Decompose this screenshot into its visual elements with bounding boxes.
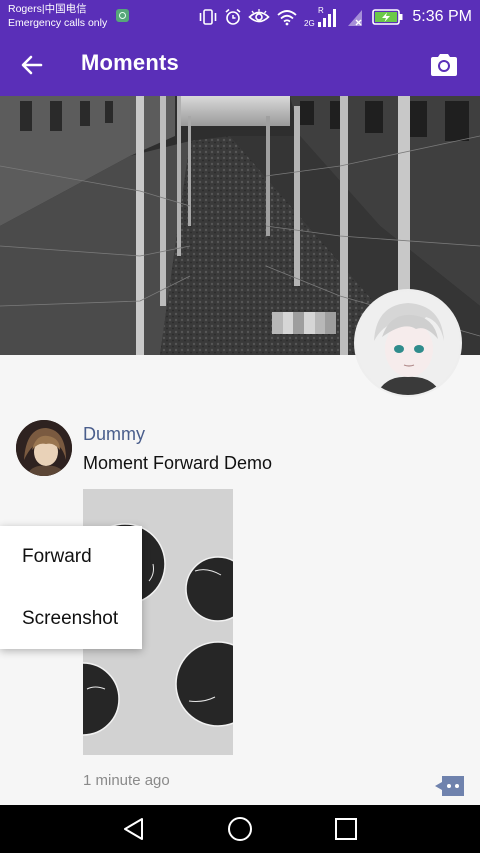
pixelated-username [272, 312, 336, 334]
menu-item-screenshot[interactable]: Screenshot [0, 588, 142, 649]
home-circle-icon [228, 817, 252, 841]
network-type-label: 2G [304, 19, 315, 28]
app-notification-icon [116, 9, 129, 22]
battery-charging-icon [372, 8, 403, 25]
signal-icon: R 2G [304, 6, 337, 28]
page-title: Moments [81, 50, 179, 75]
author-name[interactable]: Dummy [83, 424, 145, 445]
recents-square-icon [335, 818, 357, 840]
author-avatar-image [16, 420, 72, 476]
wifi-icon [277, 9, 298, 25]
arrow-left-icon [21, 55, 43, 75]
system-nav-bar [0, 805, 480, 853]
nav-recents-button[interactable] [326, 813, 366, 845]
status-bar: Rogers|中国电信 Emergency calls only R 2G 5:… [0, 0, 480, 33]
carrier-name: Rogers|中国电信 [8, 3, 87, 15]
eye-icon [248, 8, 271, 22]
emergency-calls-text: Emergency calls only [8, 17, 108, 29]
author-avatar[interactable] [16, 420, 72, 476]
profile-avatar-image [356, 291, 460, 395]
back-triangle-icon [124, 818, 143, 840]
menu-item-forward[interactable]: Forward [0, 526, 142, 587]
camera-icon [431, 54, 457, 76]
comment-button[interactable] [434, 774, 466, 798]
vibrate-icon [200, 8, 217, 25]
no-signal-icon [348, 9, 363, 26]
alarm-icon [225, 8, 241, 25]
post-timestamp: 1 minute ago [83, 772, 170, 789]
nav-back-button[interactable] [114, 813, 154, 845]
post-text: Moment Forward Demo [83, 453, 273, 473]
comment-icon [435, 776, 464, 796]
nav-home-button[interactable] [220, 813, 260, 845]
profile-avatar[interactable] [354, 289, 462, 397]
back-button[interactable] [14, 47, 50, 83]
camera-button[interactable] [426, 47, 462, 83]
status-icons: R 2G 5:36 PM [198, 0, 472, 33]
roaming-label: R [318, 6, 324, 15]
context-menu: Forward Screenshot [0, 526, 142, 649]
app-bar: Moments [0, 33, 480, 96]
status-time: 5:36 PM [412, 7, 472, 25]
carrier-info: Rogers|中国电信 Emergency calls only [8, 2, 107, 30]
